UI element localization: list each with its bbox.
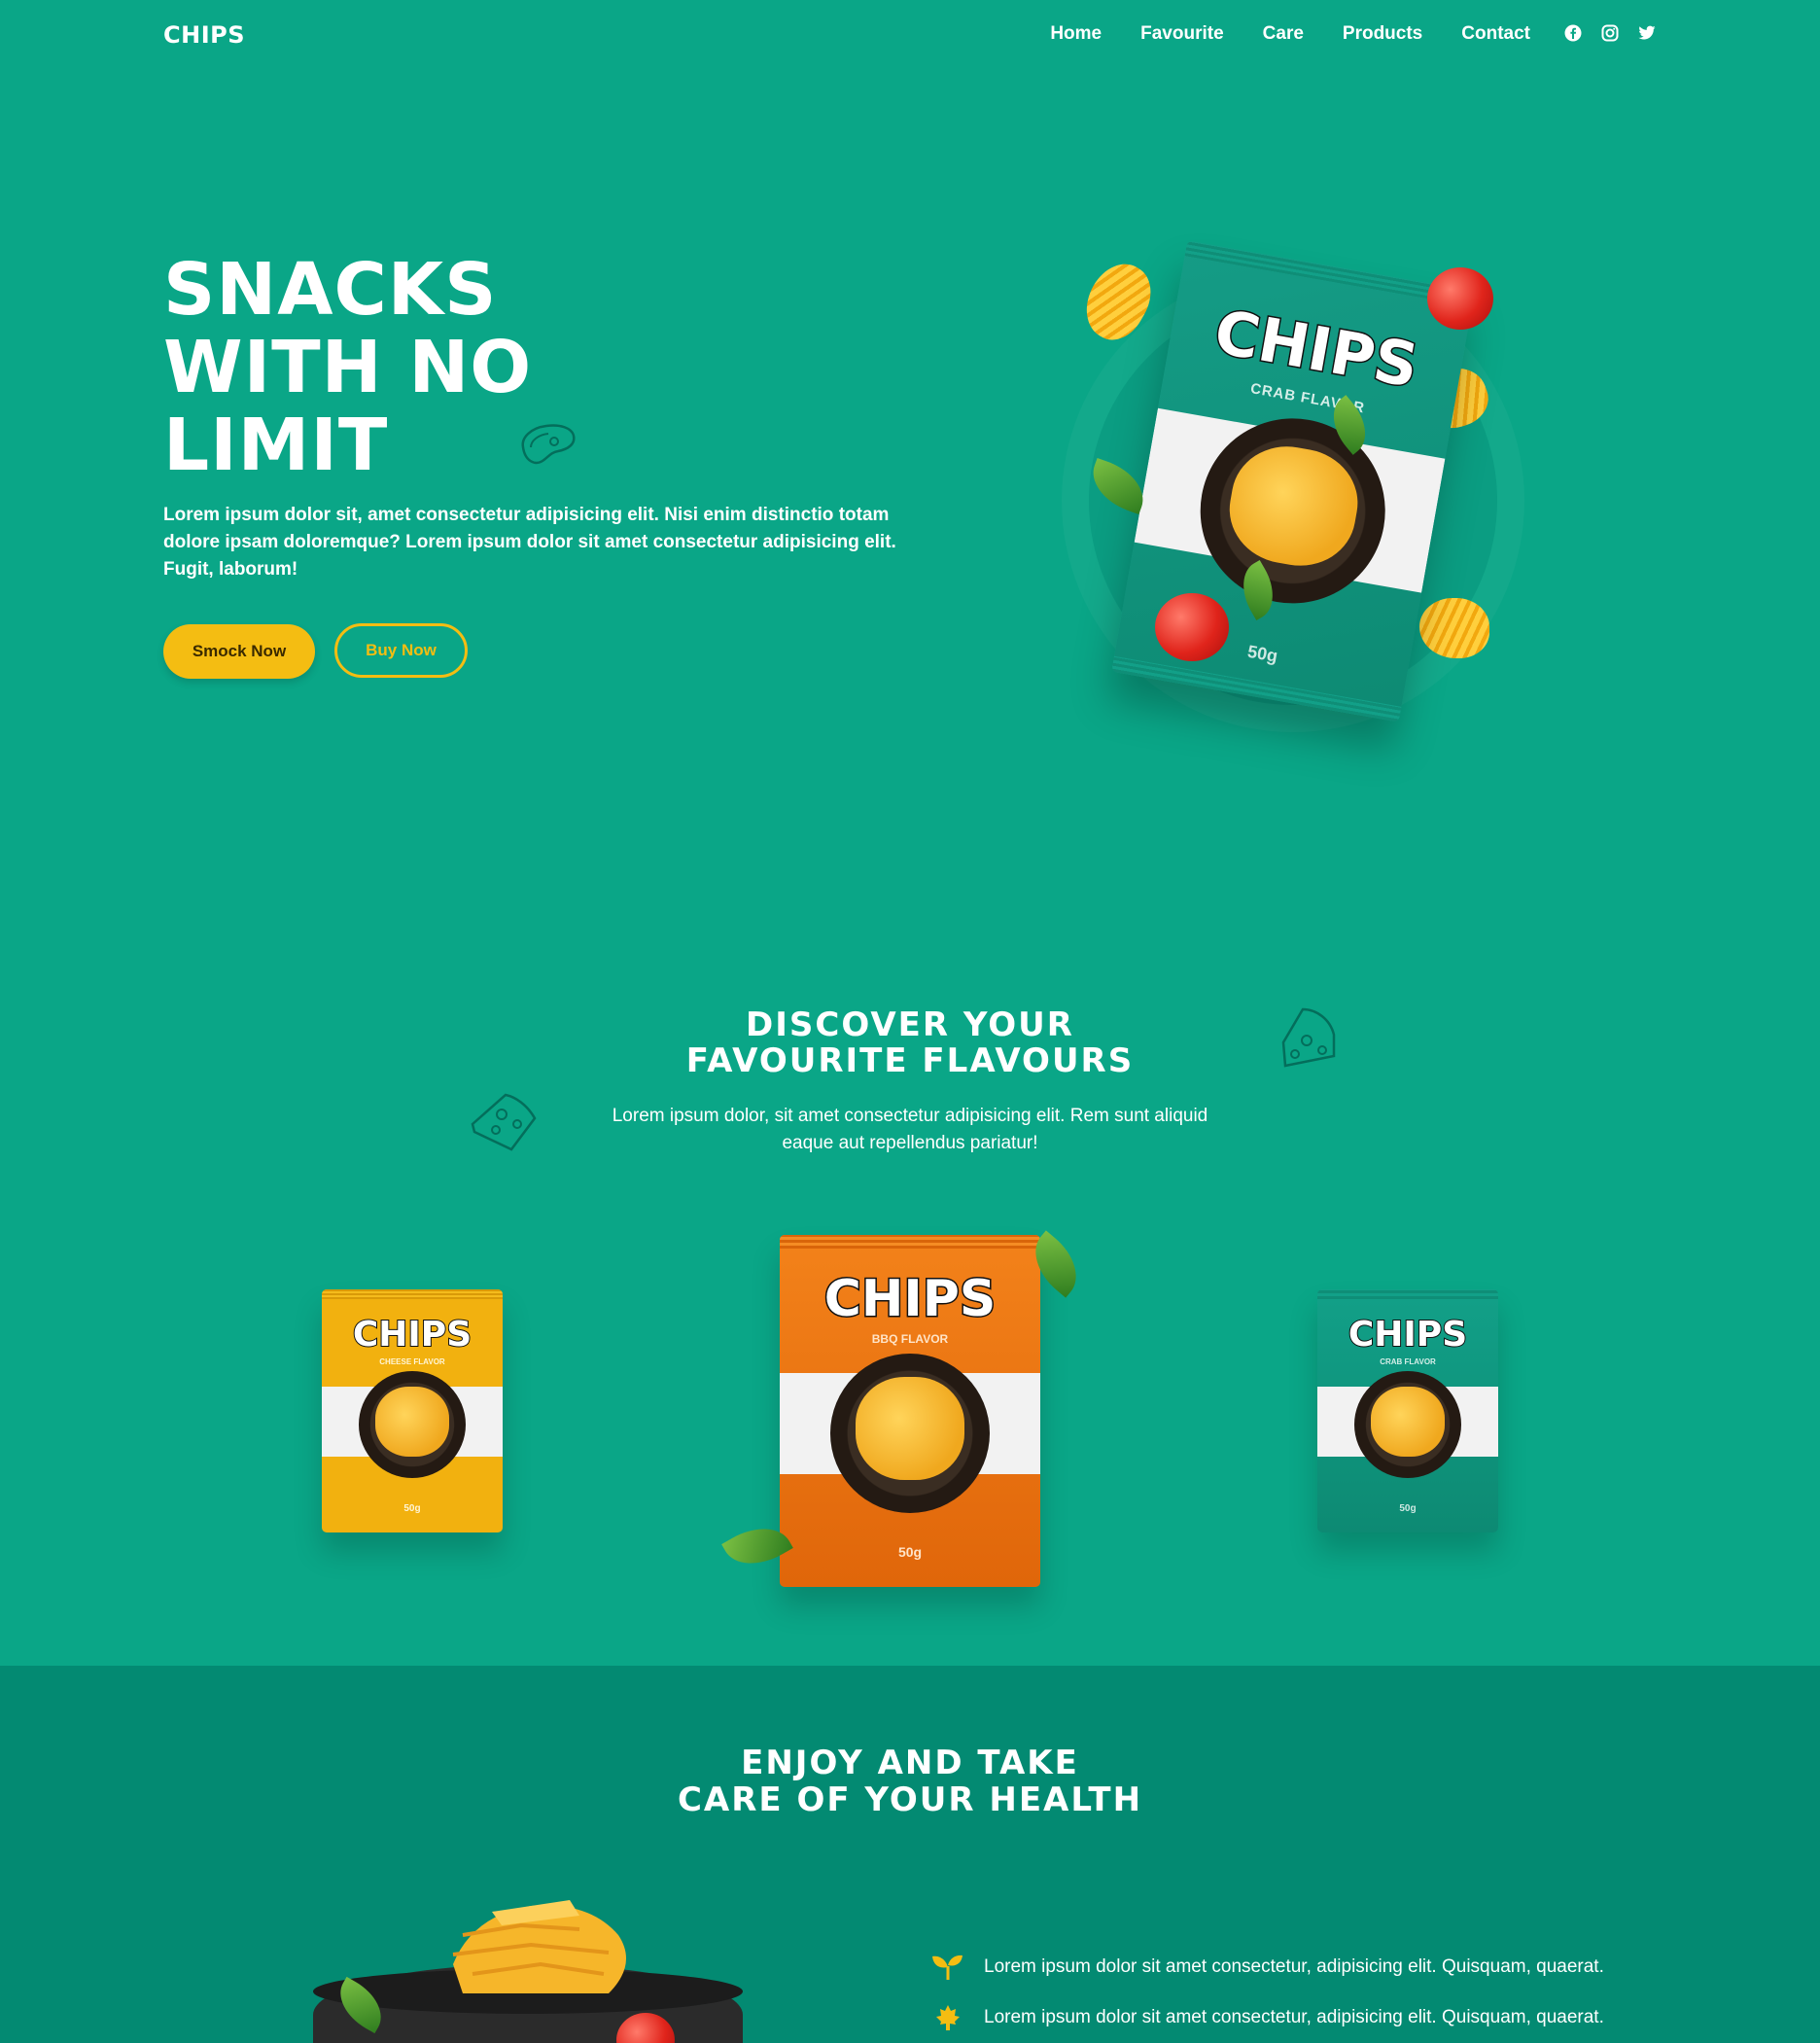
sprout-icon <box>931 1951 964 1984</box>
bag-chips <box>1371 1387 1445 1457</box>
smock-now-button[interactable]: Smock Now <box>163 624 315 679</box>
health-title-line: ENJOY AND TAKE <box>741 1744 1079 1782</box>
cheese-outline-icon <box>471 1093 537 1151</box>
health-title: ENJOY AND TAKE CARE OF YOUR HEALTH <box>0 1744 1820 1818</box>
facebook-icon[interactable] <box>1563 23 1583 43</box>
health-section <box>0 1666 1820 2043</box>
bag-chips <box>375 1387 449 1457</box>
nav-link-care[interactable]: Care <box>1263 23 1304 45</box>
bag-crimp <box>780 1235 1040 1249</box>
nav-link-home[interactable]: Home <box>1050 23 1102 45</box>
bag-logo: CHIPS <box>352 1314 472 1356</box>
bag-flavor: CRAB FLAVOR <box>1380 1357 1436 1366</box>
bag-flavor: CHEESE FLAVOR <box>379 1357 445 1366</box>
bowl-chips-image <box>452 1900 626 1993</box>
hero-title: SNACKS WITH NO LIMIT <box>163 251 669 484</box>
health-feature-text: Lorem ipsum dolor sit amet consectetur, … <box>984 1956 1604 1977</box>
twitter-icon[interactable] <box>1637 23 1657 43</box>
hero-title-line: WITH NO <box>163 326 533 409</box>
product-card-bbq[interactable]: CHIPS BBQ FLAVOR 50g <box>780 1235 1040 1587</box>
meat-outline-icon <box>521 424 576 465</box>
bag-crimp <box>322 1289 503 1299</box>
site-logo[interactable]: CHIPS <box>163 21 245 49</box>
discover-description: Lorem ipsum dolor, sit amet consectetur … <box>612 1106 1208 1153</box>
bag-weight: 50g <box>403 1503 421 1514</box>
buy-now-button[interactable]: Buy Now <box>334 623 468 678</box>
discover-title: DISCOVER YOUR FAVOURITE FLAVOURS <box>0 1007 1820 1079</box>
hero-title-line: LIMIT <box>163 404 389 487</box>
top-navbar: CHIPS Home Favourite Care Products Conta… <box>0 0 1820 70</box>
bag-weight: 50g <box>1399 1503 1417 1514</box>
tomato-decoration <box>1155 593 1229 661</box>
nav-link-products[interactable]: Products <box>1343 23 1422 45</box>
hero-title-line: SNACKS <box>163 248 498 332</box>
nav-link-contact[interactable]: Contact <box>1461 23 1530 45</box>
bag-flavor: BBQ FLAVOR <box>871 1332 949 1346</box>
product-card-cheese[interactable]: CHIPS CHEESE FLAVOR 50g <box>322 1289 503 1532</box>
bag-crimp <box>1317 1289 1498 1299</box>
chip-decoration <box>1419 598 1489 658</box>
hero-description: Lorem ipsum dolor sit, amet consectetur … <box>163 505 896 580</box>
chip-decoration <box>1073 253 1163 350</box>
product-card-crab[interactable]: CHIPS CRAB FLAVOR 50g <box>1317 1289 1498 1532</box>
bag-weight: 50g <box>897 1544 923 1560</box>
health-feature: Lorem ipsum dolor sit amet consectetur, … <box>931 2001 1604 2034</box>
health-feature-text: Lorem ipsum dolor sit amet consectetur, … <box>984 2007 1604 2027</box>
bag-logo: CHIPS <box>1348 1314 1468 1356</box>
maple-leaf-icon <box>931 2001 964 2034</box>
instagram-icon[interactable] <box>1600 23 1620 43</box>
nav-link-favourite[interactable]: Favourite <box>1140 23 1224 45</box>
cheese-outline-icon <box>1281 1007 1336 1068</box>
bag-logo: CHIPS <box>822 1269 998 1330</box>
hero-product-image: CHIPS CRAB FLAVOR 50g <box>1069 224 1536 729</box>
tomato-decoration <box>1427 267 1493 330</box>
main-menu: Home Favourite Care Products Contact <box>1050 23 1530 45</box>
health-title-line: CARE OF YOUR HEALTH <box>677 1780 1143 1819</box>
health-feature: Lorem ipsum dolor sit amet consectetur, … <box>931 1951 1604 1984</box>
discover-title-line: FAVOURITE FLAVOURS <box>685 1041 1135 1080</box>
discover-title-line: DISCOVER YOUR <box>746 1005 1074 1044</box>
bag-chips <box>856 1377 964 1480</box>
social-links <box>1563 23 1657 43</box>
